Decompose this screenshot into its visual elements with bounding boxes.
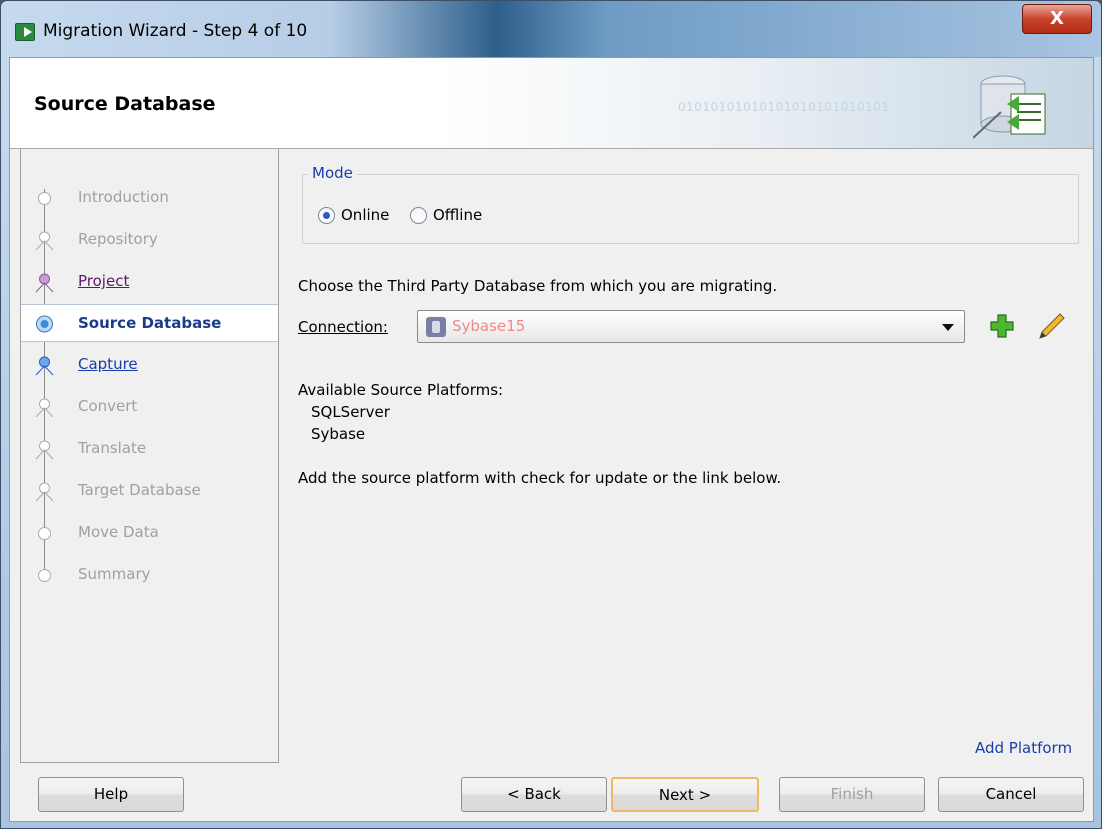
step-dot-icon: [38, 569, 51, 582]
title-bar: Migration Wizard - Step 4 of 10 X: [1, 1, 1101, 57]
wizard-client: Source Database 010101010101010101010101…: [9, 57, 1094, 822]
mode-legend: Mode: [308, 164, 357, 182]
wizard-window: Migration Wizard - Step 4 of 10 X Source…: [0, 0, 1102, 829]
help-button[interactable]: Help: [38, 777, 184, 812]
choose-database-text: Choose the Third Party Database from whi…: [298, 277, 778, 295]
platforms-heading: Available Source Platforms:: [298, 381, 504, 399]
step-capture[interactable]: Capture: [21, 346, 278, 384]
radio-icon: [318, 206, 335, 224]
connection-value: Sybase15: [452, 317, 526, 335]
step-translate: Translate: [21, 430, 278, 468]
add-platform-hint: Add the source platform with check for u…: [298, 469, 782, 487]
platform-item: Sybase: [311, 425, 366, 443]
database-icon: [426, 317, 446, 337]
step-repository: Repository: [21, 221, 278, 259]
connection-select[interactable]: Sybase15: [417, 310, 965, 343]
step-convert: Convert: [21, 388, 278, 426]
step-project[interactable]: Project: [21, 263, 278, 301]
add-connection-icon[interactable]: [990, 314, 1014, 338]
step-move-data: Move Data: [21, 514, 278, 552]
wizard-steps-nav: Introduction Repository Project Source D…: [20, 149, 279, 763]
step-target-database: Target Database: [21, 472, 278, 510]
platform-item: SQLServer: [311, 403, 390, 421]
edit-connection-icon[interactable]: [1036, 312, 1066, 340]
finish-button: Finish: [779, 777, 925, 812]
step-label: Translate: [78, 439, 147, 457]
step-label: Introduction: [78, 188, 169, 206]
step-label: Move Data: [78, 523, 159, 541]
step-label: Summary: [78, 565, 151, 583]
step-label: Source Database: [78, 314, 222, 332]
offline-label: Offline: [433, 206, 483, 224]
add-platform-link[interactable]: Add Platform: [975, 739, 1072, 757]
connection-label: Connection:: [298, 318, 388, 336]
step-figure-icon: [35, 440, 54, 460]
radio-icon: [410, 206, 427, 224]
binary-decoration: 01010101010101010101010101: [678, 100, 890, 114]
step-figure-icon: [35, 231, 54, 251]
chevron-down-icon: [942, 324, 954, 331]
back-button[interactable]: < Back: [461, 777, 607, 812]
step-introduction: Introduction: [21, 179, 278, 217]
database-wizard-icon: [973, 75, 1046, 139]
close-button[interactable]: X: [1022, 4, 1092, 34]
step-label: Repository: [78, 230, 158, 248]
header-banner: Source Database 010101010101010101010101…: [10, 58, 1093, 149]
cancel-button[interactable]: Cancel: [938, 777, 1084, 812]
step-label: Target Database: [78, 481, 201, 499]
step-dot-icon: [38, 192, 51, 205]
step-label: Capture: [78, 355, 138, 373]
step-label: Project: [78, 272, 130, 290]
step-figure-icon: [35, 398, 54, 418]
step-figure-icon: [35, 273, 54, 293]
step-label: Convert: [78, 397, 138, 415]
step-dot-icon: [38, 527, 51, 540]
app-icon: [15, 23, 35, 41]
step-source-database[interactable]: Source Database: [21, 304, 278, 342]
step-figure-icon: [35, 482, 54, 502]
page-title: Source Database: [34, 93, 216, 115]
step-summary: Summary: [21, 556, 278, 594]
offline-radio[interactable]: Offline: [410, 206, 482, 224]
online-radio[interactable]: Online: [318, 206, 389, 224]
online-label: Online: [341, 206, 390, 224]
next-button[interactable]: Next >: [611, 777, 759, 812]
window-title: Migration Wizard - Step 4 of 10: [43, 21, 308, 41]
step-figure-icon: [35, 356, 54, 376]
step-current-icon: [36, 315, 53, 333]
